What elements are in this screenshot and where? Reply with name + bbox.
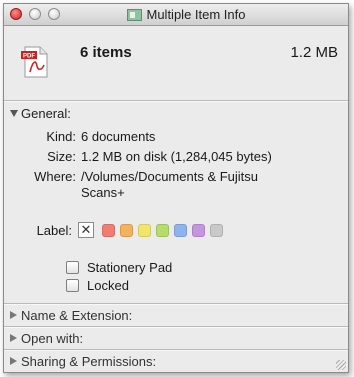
where-value-line2: Scans+ [81,185,125,200]
locked-label: Locked [87,277,129,293]
pdf-badge-text: PDF [23,54,35,60]
disclosure-closed-icon [10,311,17,319]
label-color-purple[interactable] [192,223,205,237]
stationery-pad-label: Stationery Pad [87,259,173,275]
label-color-red[interactable] [102,223,115,237]
general-section-toggle[interactable]: General: [10,105,71,121]
open-with-section-toggle[interactable]: Open with: [10,330,83,346]
name-extension-heading: Name & Extension: [21,307,133,323]
header-divider [4,100,348,102]
title-bar[interactable]: Multiple Item Info [4,4,348,26]
label-label: Label: [36,222,72,238]
stationery-pad-checkbox[interactable] [66,260,79,274]
multiple-items-icon [126,8,142,21]
label-color-green[interactable] [156,223,169,237]
sharing-permissions-section-toggle[interactable]: Sharing & Permissions: [10,353,156,369]
where-row: Where: /Volumes/Documents & Fujitsu Scan… [10,169,340,203]
stationery-pad-option[interactable]: Stationery Pad [66,259,172,275]
open-with-heading: Open with: [21,330,84,346]
disclosure-closed-icon [10,357,17,365]
general-heading: General: [21,105,71,121]
name-extension-divider [4,326,348,328]
kind-label: Kind: [46,129,76,144]
locked-checkbox[interactable] [66,278,79,292]
name-extension-section-toggle[interactable]: Name & Extension: [10,307,132,323]
general-divider [4,303,348,305]
item-count: 6 items [80,44,132,61]
disclosure-closed-icon [10,334,17,342]
window-title: Multiple Item Info [146,7,246,22]
total-size: 1.2 MB [290,44,338,61]
kind-row: Kind: 6 documents [10,129,340,145]
locked-option[interactable]: Locked [66,277,129,293]
window-title-group: Multiple Item Info [4,4,348,25]
label-row: Label: ✕ [22,221,228,239]
size-value: 1.2 MB on disk (1,284,045 bytes) [81,149,272,164]
size-label: Size: [47,149,76,164]
no-label-button[interactable]: ✕ [78,222,94,238]
label-color-gray[interactable] [210,223,223,237]
label-color-orange[interactable] [120,223,133,237]
info-window: Multiple Item Info PDF 6 items 1.2 MB Ge… [3,3,349,373]
label-color-yellow[interactable] [138,223,151,237]
size-row: Size: 1.2 MB on disk (1,284,045 bytes) [10,149,340,165]
summary-header: PDF 6 items 1.2 MB [4,26,348,86]
resize-grip-icon[interactable] [336,360,346,370]
open-with-divider [4,349,348,351]
where-label: Where: [34,169,76,184]
sharing-permissions-heading: Sharing & Permissions: [21,353,157,369]
where-value-line1: /Volumes/Documents & Fujitsu [81,169,259,184]
disclosure-open-icon [10,109,18,117]
pdf-document-icon: PDF [21,46,48,78]
label-color-blue[interactable] [174,223,187,237]
kind-value: 6 documents [81,129,156,144]
